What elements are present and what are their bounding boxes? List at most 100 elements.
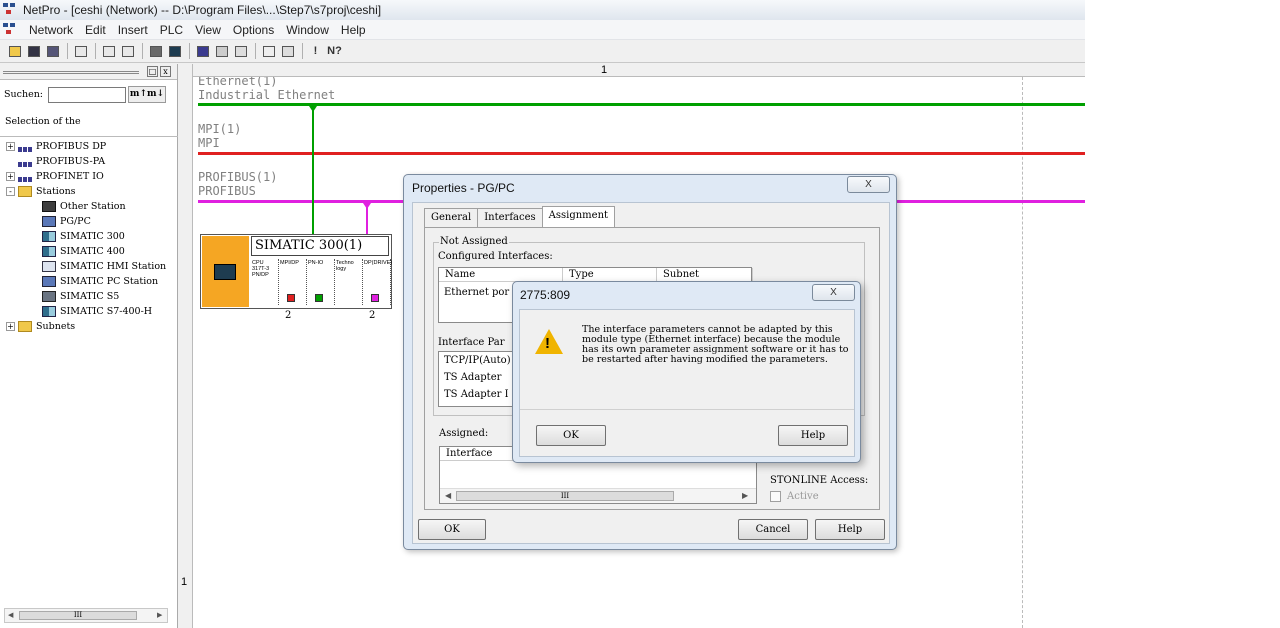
station-module[interactable]: MPI/DP — [279, 259, 307, 305]
close-icon[interactable]: X — [847, 176, 890, 193]
tree-item[interactable]: Other Station — [6, 199, 166, 214]
station-icon[interactable] — [147, 43, 164, 59]
catalog-panel: □ x Suchen: m↑m↓ Selection of the + PROFI… — [0, 64, 178, 628]
scroll-left-icon[interactable]: ◀ — [8, 611, 13, 619]
tab-general[interactable]: General — [424, 208, 479, 227]
expand-icon[interactable]: - — [6, 187, 15, 196]
profibus-name: PROFIBUS(1) — [198, 170, 278, 184]
scroll-thumb[interactable]: III — [19, 611, 137, 620]
help-pointer-icon[interactable]: N? — [326, 43, 343, 59]
scroll-right-icon[interactable]: ▶ — [157, 611, 162, 619]
message-content: ! The interface parameters cannot be ada… — [520, 310, 854, 410]
mpi-type: MPI — [198, 136, 220, 150]
tree-item[interactable]: SIMATIC 400 — [6, 244, 166, 259]
menu-network[interactable]: Network — [23, 23, 79, 37]
save-icon[interactable] — [25, 43, 42, 59]
tab-strip: General Interfaces Assignment — [424, 206, 616, 227]
close-icon[interactable]: x — [160, 66, 171, 77]
assigned-hscroll[interactable]: ◀ III ▶ — [440, 488, 756, 503]
menu-plc[interactable]: PLC — [154, 23, 189, 37]
tools-icon[interactable] — [213, 43, 230, 59]
menu-view[interactable]: View — [189, 23, 227, 37]
network-icon[interactable] — [194, 43, 211, 59]
interface-port-icon[interactable] — [371, 294, 379, 302]
list-item[interactable]: TS Adapter — [444, 372, 501, 383]
ethernet-name: Ethernet(1) — [198, 77, 278, 88]
tab-interfaces[interactable]: Interfaces — [477, 208, 543, 227]
warning-toolbar-icon[interactable]: ! — [307, 43, 324, 59]
hardware-icon[interactable] — [166, 43, 183, 59]
tab-assignment[interactable]: Assignment — [541, 206, 616, 227]
tree-item[interactable]: + PROFINET IO — [6, 169, 166, 184]
close-icon[interactable]: X — [812, 284, 855, 301]
interface-port-icon[interactable] — [287, 294, 295, 302]
scroll-thumb[interactable]: III — [456, 491, 674, 501]
interface-port-icon[interactable] — [315, 294, 323, 302]
catalog-tree: + PROFIBUS DP PROFIBUS-PA + PROFINET IO - Stat… — [6, 139, 166, 334]
s5-icon — [42, 291, 56, 302]
profibus-label: PROFIBUS(1) PROFIBUS — [198, 170, 277, 198]
module-label: Techno logy — [336, 260, 354, 272]
station-module[interactable]: PN-IO — [307, 259, 335, 305]
tree-item[interactable]: + PROFIBUS DP — [6, 139, 166, 154]
expand-icon[interactable]: + — [6, 322, 15, 331]
tree-item-label: SIMATIC S5 — [60, 291, 120, 302]
menu-options[interactable]: Options — [227, 23, 280, 37]
col-subnet[interactable]: Subnet — [657, 268, 753, 282]
ethernet-line[interactable] — [198, 103, 1085, 106]
net-icon — [18, 177, 32, 182]
station-module[interactable]: CPU 317T-3 PN/DP — [251, 259, 279, 305]
help-button[interactable]: Help — [815, 519, 885, 540]
document-icon[interactable] — [3, 22, 19, 37]
plc-icon — [42, 246, 56, 257]
help-button[interactable]: Help — [778, 425, 848, 446]
expand-icon[interactable]: + — [6, 142, 15, 151]
mpi-line[interactable] — [198, 152, 1085, 155]
menu-help[interactable]: Help — [335, 23, 372, 37]
tree-item[interactable]: SIMATIC S7-400-H — [6, 304, 166, 319]
catalog-hscroll[interactable]: ◀ III ▶ — [4, 608, 168, 623]
properties-icon[interactable] — [260, 43, 277, 59]
paste-icon[interactable] — [119, 43, 136, 59]
expand-icon[interactable]: + — [6, 172, 15, 181]
menu-insert[interactable]: Insert — [112, 23, 154, 37]
print-icon[interactable] — [72, 43, 89, 59]
list-item[interactable]: TS Adapter I — [444, 389, 509, 400]
restore-icon[interactable]: □ — [147, 66, 158, 77]
tree-item[interactable]: PROFIBUS-PA — [6, 154, 166, 169]
station-simatic-300[interactable]: SIMATIC 300(1) CPU 317T-3 PN/DP MPI/DP PN-… — [200, 234, 392, 309]
list-item[interactable]: TCP/IP(Auto) — [444, 355, 511, 366]
tree-item[interactable]: - Stations — [6, 184, 166, 199]
col-type[interactable]: Type — [563, 268, 657, 282]
tree-item[interactable]: + Subnets — [6, 319, 166, 334]
download-icon[interactable] — [44, 43, 61, 59]
tree-item[interactable]: SIMATIC 300 — [6, 229, 166, 244]
scroll-right-icon[interactable]: ▶ — [742, 491, 748, 500]
col-name[interactable]: Name — [439, 268, 563, 282]
scroll-left-icon[interactable]: ◀ — [445, 491, 451, 500]
tree-item[interactable]: SIMATIC PC Station — [6, 274, 166, 289]
copy-icon[interactable] — [100, 43, 117, 59]
ok-button[interactable]: OK — [418, 519, 486, 540]
mpi-name: MPI(1) — [198, 122, 242, 136]
tree-item-label: Other Station — [60, 201, 126, 212]
active-checkbox[interactable] — [770, 491, 781, 502]
menu-edit[interactable]: Edit — [79, 23, 112, 37]
station-module[interactable]: DP(DRIVE) — [363, 259, 392, 305]
tree-item[interactable]: SIMATIC S5 — [6, 289, 166, 304]
open-icon[interactable] — [6, 43, 23, 59]
grip-handle[interactable] — [3, 71, 139, 74]
find-buttons[interactable]: m↑m↓ — [128, 86, 166, 103]
station-module[interactable]: Techno logy — [335, 259, 363, 305]
menu-window[interactable]: Window — [280, 23, 335, 37]
tree-item[interactable]: SIMATIC HMI Station — [6, 259, 166, 274]
list-item[interactable]: Ethernet por — [444, 287, 509, 298]
cancel-button[interactable]: Cancel — [738, 519, 808, 540]
module-label: PN-IO — [308, 260, 324, 266]
monitor-icon[interactable] — [279, 43, 296, 59]
ok-button[interactable]: OK — [536, 425, 606, 446]
link-icon[interactable] — [232, 43, 249, 59]
netpro-app-icon — [3, 3, 19, 17]
search-input[interactable] — [48, 86, 126, 103]
tree-item[interactable]: PG/PC — [6, 214, 166, 229]
